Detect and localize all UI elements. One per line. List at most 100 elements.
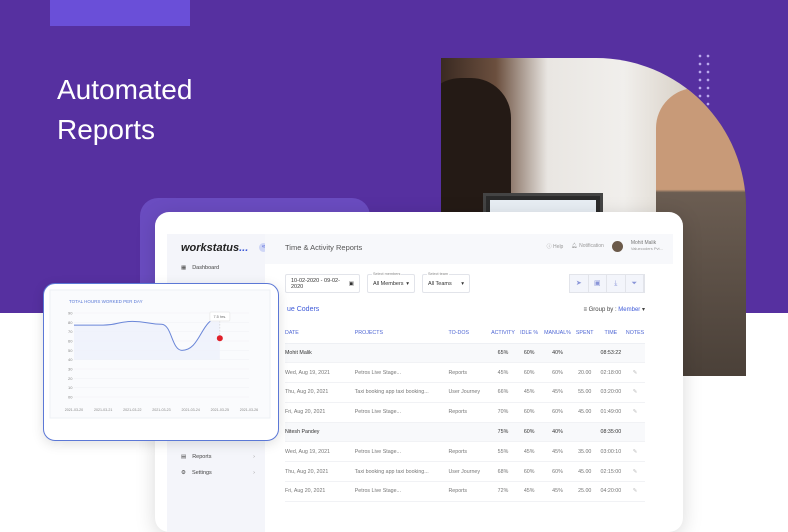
table-row[interactable]: Thu, Aug 20, 2021 Taxi booking app taxi b… [285,461,645,483]
chart-title: TOTAL HOURS WORKED PER DAY [69,299,143,304]
cell: 65% [489,343,517,364]
decorative-block [50,0,190,26]
cell: Reports [448,362,490,384]
edit-note-icon[interactable]: ✎ [625,382,645,403]
y-tick-label: 80 [68,320,73,325]
dashboard-icon: ▦ [181,265,187,271]
chevron-down-icon: ▾ [406,280,409,287]
report-table: DATE PROJECTS TO-DOS ACTIVITY IDLE % MANUAL% S… [285,324,645,502]
notification-link[interactable]: 🔔︎ Notification [571,243,603,249]
cell: User Journey [448,461,490,483]
cell: 60% [516,343,543,364]
cell: 45% [516,441,543,463]
chevron-right-icon: › [253,454,255,460]
cell: Taxi booking app taxi booking... [354,461,449,483]
y-tick-label: 70 [68,329,73,334]
cell: 68% [489,461,517,483]
sidebar-item-settings[interactable]: ⚙ Settings › [181,470,255,476]
y-tick-label: 40 [68,357,73,362]
download-icon[interactable]: ⤓ [607,275,626,292]
table-row[interactable]: Wed, Aug 19, 2021 Petros Live Stage... Rep… [285,441,645,463]
cell: 60% [516,461,543,483]
cell: 08:35:00 [596,422,626,443]
filter-icon[interactable]: ⏷ [626,275,644,292]
cell: 45% [542,481,573,502]
cell [354,343,449,364]
members-select[interactable]: Select members All Members ▾ [367,272,415,293]
cell: 55% [489,441,517,463]
cell [625,422,645,443]
cell: Wed, Aug 19, 2021 [285,362,355,384]
user-menu[interactable]: Mohit Malik Valuecoders Pvt... [631,240,663,252]
sidebar-item-label: Reports [192,454,212,460]
cell: Petros Live Stage... [354,481,449,502]
cell: 03:20:00 [596,382,626,403]
column-header[interactable]: ACTIVITY [489,324,517,344]
send-icon[interactable]: ➤ [570,275,589,292]
edit-note-icon[interactable]: ✎ [625,362,645,384]
data-point-marker [216,335,223,342]
cell: 40% [542,343,573,364]
table-row[interactable]: Wed, Aug 19, 2021 Petros Live Stage... Rep… [285,362,645,384]
sidebar-item-dashboard[interactable]: ▦ Dashboard [181,265,255,271]
cell: 20.00 [572,362,597,384]
organization-name: ue Coders [287,306,320,313]
cell: Petros Live Stage... [354,402,449,423]
cell: 40% [542,422,573,443]
column-header[interactable]: NOTES [625,324,645,344]
logo: workstatus... [181,242,249,254]
x-tick-label: 2021-03-22 [123,408,141,412]
x-tick-label: 2021-03-23 [152,408,170,412]
cell: Fri, Aug 20, 2021 [285,402,355,423]
y-tick-label: 60 [68,339,73,344]
edit-note-icon[interactable]: ✎ [625,461,645,483]
x-tick-label: 2021-03-25 [211,408,229,412]
calendar-icon: ▣ [348,280,354,287]
column-header[interactable]: SPENT [572,324,597,344]
column-header[interactable]: IDLE % [516,324,543,344]
y-tick-label: 90 [68,311,73,316]
edit-note-icon[interactable]: ✎ [625,402,645,423]
cell: Thu, Aug 20, 2021 [285,461,355,483]
y-tick-label: 30 [68,367,73,372]
x-tick-label: 2021-03-24 [181,408,199,412]
cell: Thu, Aug 20, 2021 [285,382,355,403]
date-range-picker[interactable]: 10-02-2020 - 09-02-2020 ▣ [285,274,360,293]
cell: 04:20:00 [596,481,626,502]
cell: Petros Live Stage... [354,362,449,384]
cell [448,422,490,443]
column-header[interactable]: TIME [596,324,626,344]
help-link[interactable]: ⓘ Help [547,243,564,250]
column-header[interactable]: TO-DOS [448,324,490,344]
table-row[interactable]: Fri, Aug 20, 2021 Petros Live Stage... Rep… [285,402,645,423]
table-row[interactable]: Fri, Aug 20, 2021 Petros Live Stage... Rep… [285,481,645,502]
chart-card: TOTAL HOURS WORKED PER DAY 90 80 70 60 50 40 30… [43,283,279,441]
cell: 01:49:00 [596,402,626,423]
cell [572,422,597,443]
table-row[interactable]: Thu, Aug 20, 2021 Taxi booking app taxi b… [285,382,645,403]
edit-note-icon[interactable]: ✎ [625,441,645,463]
column-header[interactable]: DATE [285,324,355,344]
team-select[interactable]: Select team All Teams ▾ [422,272,470,293]
group-by-select[interactable]: ≡ Group by : Member ▾ [583,306,645,313]
edit-note-icon[interactable]: ✎ [625,481,645,502]
cell: 45% [489,362,517,384]
sidebar-item-reports[interactable]: ▤ Reports › [181,454,255,460]
cell: Reports [448,481,490,502]
group-row: Mohit Malik 65% 60% 40% 08:53:22 [285,343,645,364]
cell: 45.00 [572,402,597,423]
cell: Taxi booking app taxi booking... [354,382,449,403]
hours-line-chart: TOTAL HOURS WORKED PER DAY 90 80 70 60 50 40 30… [49,289,271,419]
cell: 25.00 [572,481,597,502]
avatar[interactable] [611,240,623,252]
y-tick-label: 20 [68,376,73,381]
cell: Wed, Aug 19, 2021 [285,441,355,463]
column-header[interactable]: PROJECTS [354,324,449,344]
cell: 72% [489,481,517,502]
cell: 55.00 [572,382,597,403]
chevron-down-icon: ▾ [461,280,464,287]
cell: 03:00:10 [596,441,626,463]
chevron-right-icon: › [253,470,255,476]
column-header[interactable]: MANUAL% [542,324,573,344]
calendar-icon[interactable]: ▣ [589,275,607,292]
